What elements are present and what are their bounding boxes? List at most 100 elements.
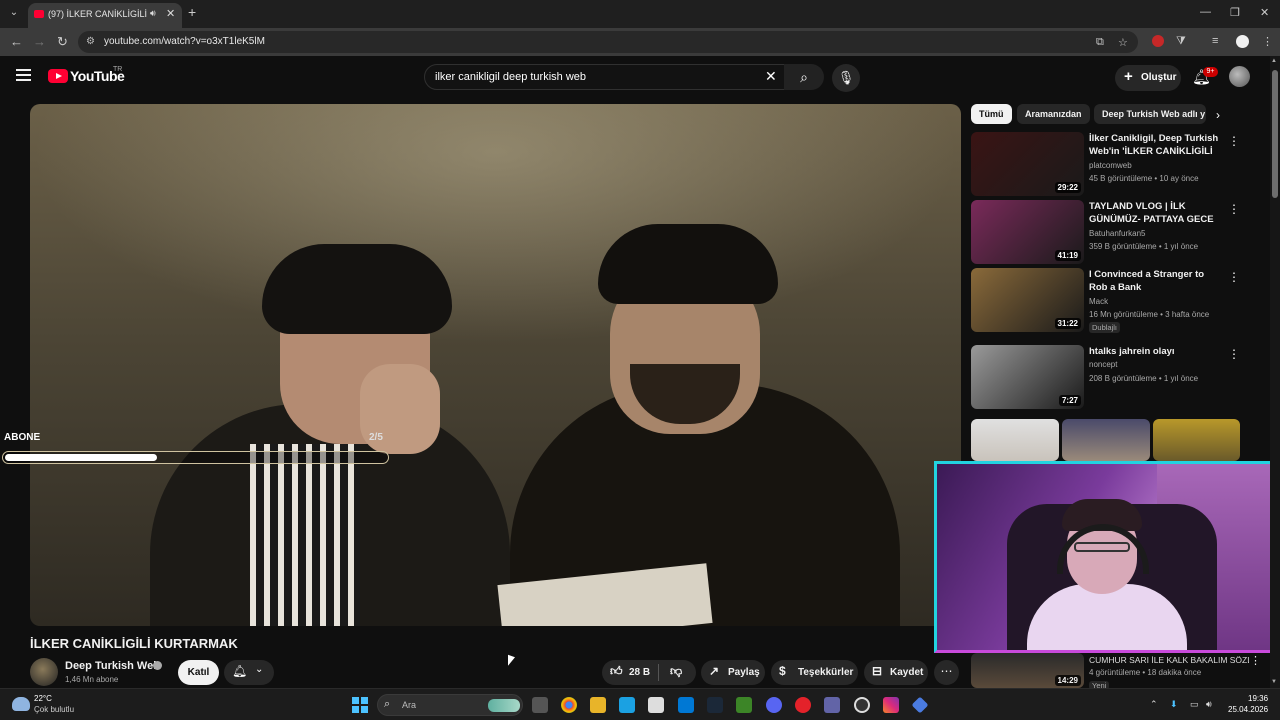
weather-cloud-icon[interactable] — [12, 697, 30, 711]
media-control-icon[interactable]: ≡ — [1212, 35, 1218, 47]
store-icon[interactable] — [648, 697, 664, 713]
kebab-menu-icon[interactable]: ⋮ — [1250, 654, 1261, 667]
recommendation-item[interactable]: 29:22 İlker Canikligil, Deep Turkish Web… — [971, 132, 1261, 196]
app-icon[interactable] — [619, 697, 635, 713]
tray-chevron-icon[interactable]: ⌃ — [1150, 699, 1158, 710]
steam-icon[interactable] — [707, 697, 723, 713]
weather-temperature[interactable]: 22°C — [34, 694, 52, 703]
profile-icon[interactable] — [1236, 35, 1249, 48]
more-actions-button[interactable]: ⋯ — [934, 660, 959, 685]
search-input[interactable]: ilker canikligil deep turkish web ✕ — [424, 64, 786, 90]
browser-menu-icon[interactable]: ⋮ — [1262, 35, 1273, 48]
new-tab-icon[interactable]: + — [188, 4, 196, 20]
browser-tab[interactable]: (97) İLKER CANİKLİGİLİ KURTARMAK 🔊︎ ✕ — [28, 3, 182, 28]
clear-search-icon[interactable]: ✕ — [765, 68, 777, 85]
mail-icon[interactable] — [678, 697, 694, 713]
video-thumbnail[interactable]: 31:22 — [971, 268, 1084, 332]
tab-search-icon[interactable]: ⌄ — [6, 5, 22, 21]
shorts-thumbnail[interactable] — [1153, 419, 1240, 461]
shorts-thumbnail[interactable] — [1062, 419, 1150, 461]
recommendation-item[interactable]: 31:22 I Convinced a Stranger to Rob a Ba… — [971, 268, 1261, 333]
like-icon[interactable]: 👍︎ — [610, 664, 623, 679]
kebab-menu-icon[interactable]: ⋮ — [1228, 270, 1240, 284]
chip-all[interactable]: Tümü — [971, 104, 1012, 124]
scrollbar-thumb[interactable] — [1272, 70, 1278, 198]
scroll-down-icon[interactable]: ▼ — [1271, 679, 1277, 685]
video-thumbnail[interactable]: 41:19 — [971, 200, 1084, 264]
close-tab-icon[interactable]: ✕ — [166, 7, 175, 20]
obs-icon[interactable] — [854, 697, 870, 713]
extensions-icon[interactable]: ⧩ — [1176, 35, 1186, 48]
chrome-icon[interactable] — [561, 697, 577, 713]
volume-icon[interactable]: 🔊︎ — [1206, 699, 1212, 710]
recommendation-title[interactable]: I Convinced a Stranger to Rob a Bank — [1089, 268, 1219, 294]
speaker-icon[interactable]: 🔊︎ — [150, 8, 156, 19]
kebab-menu-icon[interactable]: ⋮ — [1228, 347, 1240, 361]
minimize-icon[interactable]: — — [1200, 6, 1211, 18]
kebab-menu-icon[interactable]: ⋮ — [1228, 134, 1240, 148]
video-duration: 7:27 — [1058, 395, 1081, 406]
chip-from-search[interactable]: Aramanızdan — [1017, 104, 1090, 124]
recommendation-channel[interactable]: platcomweb — [1089, 161, 1132, 170]
install-app-icon[interactable]: ⧉ — [1096, 36, 1104, 49]
recommendation-title[interactable]: CUMHUR SARI İLE KALK BAKALIM SÖZL... — [1089, 655, 1249, 665]
chevron-right-icon[interactable]: › — [1216, 108, 1220, 122]
shorts-thumbnail[interactable] — [971, 419, 1059, 461]
bookmark-star-icon[interactable]: ☆ — [1118, 36, 1128, 49]
close-window-icon[interactable]: ✕ — [1260, 6, 1269, 19]
tray-app-icon[interactable]: ⬇ — [1170, 699, 1178, 710]
maximize-icon[interactable]: ❐ — [1230, 6, 1240, 19]
video-thumbnail[interactable]: 14:29 — [971, 653, 1084, 688]
recommendation-channel[interactable]: Batuhanfurkan5 — [1089, 229, 1146, 238]
like-count[interactable]: 28 B — [629, 667, 650, 678]
clock-date[interactable]: 25.04.2026 — [1228, 705, 1268, 714]
instagram-icon[interactable] — [883, 697, 899, 713]
reload-icon[interactable]: ↻ — [57, 34, 68, 50]
network-icon[interactable]: ▭ — [1190, 699, 1199, 710]
notifications-button[interactable]: 🔔︎ ⌄ — [224, 660, 274, 685]
app-diamond-icon[interactable] — [911, 696, 929, 714]
kebab-menu-icon[interactable]: ⋮ — [1228, 202, 1240, 216]
menu-icon[interactable] — [16, 69, 31, 81]
dislike-icon[interactable]: 👎︎ — [670, 664, 682, 679]
recommendation-item[interactable]: 7:27 htalks jahrein olayı noncept 208 B … — [971, 345, 1261, 409]
recommendation-channel[interactable]: Mack — [1089, 297, 1108, 306]
video-thumbnail[interactable]: 29:22 — [971, 132, 1084, 196]
video-thumbnail[interactable]: 7:27 — [971, 345, 1084, 409]
create-button[interactable]: + Oluştur — [1115, 65, 1181, 91]
channel-avatar[interactable] — [30, 658, 58, 686]
save-button[interactable]: ⊟ Kaydet — [864, 660, 928, 685]
taskbar-search[interactable]: ⌕ Ara — [377, 694, 523, 716]
youtube-logo-icon[interactable] — [48, 69, 68, 83]
thanks-button[interactable]: $ Teşekkürler — [771, 660, 858, 685]
account-avatar[interactable] — [1229, 66, 1250, 87]
video-player[interactable] — [30, 104, 961, 626]
share-button[interactable]: ↗ Paylaş — [701, 660, 765, 685]
recommendation-title[interactable]: İlker Canikligil, Deep Turkish Web'in 'İ… — [1089, 132, 1219, 159]
discord-icon[interactable] — [766, 697, 782, 713]
windows-start-icon[interactable] — [352, 697, 368, 713]
search-button[interactable]: ⌕ — [784, 64, 824, 90]
recommendation-channel[interactable]: noncept — [1089, 360, 1117, 369]
task-view-icon[interactable] — [532, 697, 548, 713]
forward-icon[interactable]: → — [33, 34, 46, 49]
create-label: Oluştur — [1141, 72, 1177, 83]
teams-icon[interactable] — [824, 697, 840, 713]
extension-icon[interactable] — [1152, 35, 1164, 47]
scroll-up-icon[interactable]: ▲ — [1271, 58, 1277, 64]
chip-channel[interactable]: Deep Turkish Web adlı y — [1094, 104, 1206, 124]
media-player-icon[interactable] — [795, 697, 811, 713]
voice-search-button[interactable]: 🎙︎ — [832, 64, 860, 92]
back-icon[interactable]: ← — [10, 34, 23, 49]
weather-description[interactable]: Çok bulutlu — [34, 705, 74, 714]
channel-name[interactable]: Deep Turkish Web — [65, 660, 160, 672]
minecraft-icon[interactable] — [736, 697, 752, 713]
address-bar[interactable]: ⚙ youtube.com/watch?v=o3xT1leK5lM ⧉ ☆ — [78, 31, 1138, 53]
file-explorer-icon[interactable] — [590, 697, 606, 713]
recommendation-title[interactable]: htalks jahrein olayı — [1089, 345, 1219, 358]
site-info-icon[interactable]: ⚙ — [86, 36, 95, 47]
join-button[interactable]: Katıl — [178, 660, 219, 685]
recommendation-title[interactable]: TAYLAND VLOG | İLK GÜNÜMÜZ- PATTAYA GECE… — [1089, 200, 1219, 227]
recommendation-item[interactable]: 41:19 TAYLAND VLOG | İLK GÜNÜMÜZ- PATTAY… — [971, 200, 1261, 264]
clock-time[interactable]: 19:36 — [1248, 694, 1268, 703]
